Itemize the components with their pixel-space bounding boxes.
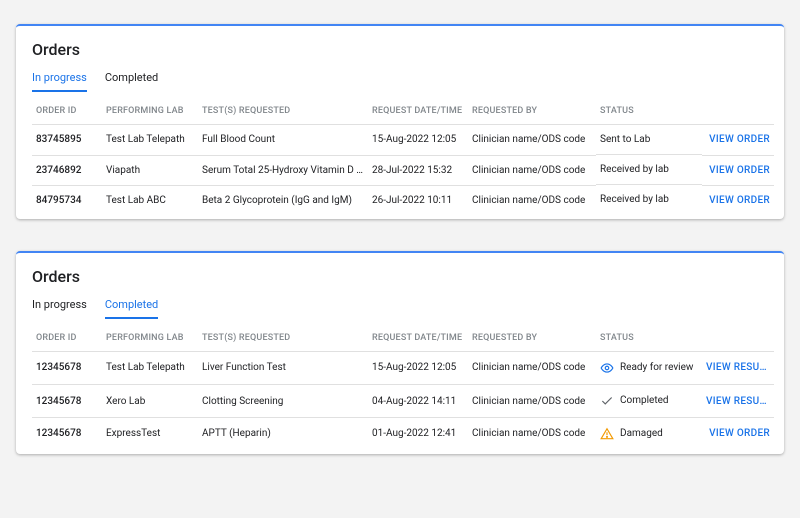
requested-by: Clinician name/ODS code xyxy=(468,351,596,385)
tab-in-progress[interactable]: In progress xyxy=(32,71,87,92)
eye-icon xyxy=(600,361,614,375)
table-row: 84795734Test Lab ABCBeta 2 Glycoprotein … xyxy=(32,185,774,215)
orders-table: ORDER IDPERFORMING LABTEST(S) REQUESTEDR… xyxy=(32,325,774,450)
order-id: 83745895 xyxy=(32,125,102,156)
request-date-time: 15-Aug-2022 12:05 xyxy=(368,125,468,156)
column-header: REQUEST DATE/TIME xyxy=(368,98,468,125)
status-cell: Received by lab xyxy=(596,185,702,214)
column-header: TEST(S) REQUESTED xyxy=(198,325,368,352)
requested-by: Clinician name/ODS code xyxy=(468,125,596,156)
view-action[interactable]: VIEW ORDER xyxy=(702,125,774,156)
tests-requested: Serum Total 25-Hydroxy Vitamin D Level xyxy=(198,155,368,185)
table-row: 12345678Test Lab TelepathLiver Function … xyxy=(32,351,774,385)
request-date-time: 04-Aug-2022 14:11 xyxy=(368,385,468,418)
column-header: ORDER ID xyxy=(32,325,102,352)
column-header: STATUS xyxy=(596,98,702,125)
performing-lab: Viapath xyxy=(102,155,198,185)
orders-table: ORDER IDPERFORMING LABTEST(S) REQUESTEDR… xyxy=(32,98,774,215)
orders-panel: OrdersIn progressCompletedORDER IDPERFOR… xyxy=(16,251,784,454)
status-text: Damaged xyxy=(620,428,663,439)
view-action[interactable]: VIEW ORDER xyxy=(702,155,774,185)
status-cell: Received by lab xyxy=(596,155,702,185)
order-id: 84795734 xyxy=(32,185,102,215)
table-row: 12345678ExpressTestAPTT (Heparin)01-Aug-… xyxy=(32,418,774,450)
requested-by: Clinician name/ODS code xyxy=(468,385,596,418)
tab-completed[interactable]: Completed xyxy=(105,298,158,319)
column-header: STATUS xyxy=(596,325,702,352)
status-text: Completed xyxy=(620,395,669,406)
request-date-time: 01-Aug-2022 12:41 xyxy=(368,418,468,450)
requested-by: Clinician name/ODS code xyxy=(468,418,596,450)
column-header xyxy=(702,98,774,125)
column-header: ORDER ID xyxy=(32,98,102,125)
tests-requested: Clotting Screening xyxy=(198,385,368,418)
status-cell: Damaged xyxy=(596,418,702,450)
tab-completed[interactable]: Completed xyxy=(105,71,158,92)
tab-in-progress[interactable]: In progress xyxy=(32,298,87,319)
table-row: 23746892ViapathSerum Total 25-Hydroxy Vi… xyxy=(32,155,774,185)
requested-by: Clinician name/ODS code xyxy=(468,155,596,185)
orders-panel: OrdersIn progressCompletedORDER IDPERFOR… xyxy=(16,24,784,219)
order-id: 23746892 xyxy=(32,155,102,185)
view-action[interactable]: VIEW RESULTS xyxy=(702,385,774,418)
alert-icon xyxy=(600,427,614,441)
column-header: REQUEST DATE/TIME xyxy=(368,325,468,352)
tests-requested: Liver Function Test xyxy=(198,351,368,385)
order-id: 12345678 xyxy=(32,351,102,385)
column-header: PERFORMING LAB xyxy=(102,325,198,352)
performing-lab: ExpressTest xyxy=(102,418,198,450)
request-date-time: 26-Jul-2022 10:11 xyxy=(368,185,468,215)
performing-lab: Test Lab Telepath xyxy=(102,351,198,385)
column-header xyxy=(702,325,774,352)
view-action[interactable]: VIEW ORDER xyxy=(702,418,774,450)
panel-title: Orders xyxy=(32,267,768,286)
status-text: Received by lab xyxy=(600,194,669,205)
tests-requested: APTT (Heparin) xyxy=(198,418,368,450)
column-header: REQUESTED BY xyxy=(468,98,596,125)
order-id: 12345678 xyxy=(32,385,102,418)
status-text: Ready for review xyxy=(620,362,693,373)
status-text: Received by lab xyxy=(600,164,669,175)
panel-title: Orders xyxy=(32,40,768,59)
status-cell: Sent to Lab xyxy=(596,125,702,155)
status-cell: Completed xyxy=(596,385,702,418)
view-action[interactable]: VIEW ORDER xyxy=(702,185,774,215)
table-row: 83745895Test Lab TelepathFull Blood Coun… xyxy=(32,125,774,156)
view-action[interactable]: VIEW RESULTS xyxy=(702,351,774,385)
check-icon xyxy=(600,394,614,408)
status-cell: Ready for review xyxy=(596,352,702,385)
tests-requested: Beta 2 Glycoprotein (IgG and IgM) xyxy=(198,185,368,215)
tabs: In progress Completed xyxy=(32,298,768,319)
column-header: REQUESTED BY xyxy=(468,325,596,352)
tabs: In progress Completed xyxy=(32,71,768,92)
order-id: 12345678 xyxy=(32,418,102,450)
status-text: Sent to Lab xyxy=(600,134,650,145)
request-date-time: 15-Aug-2022 12:05 xyxy=(368,351,468,385)
table-row: 12345678Xero LabClotting Screening04-Aug… xyxy=(32,385,774,418)
performing-lab: Test Lab Telepath xyxy=(102,125,198,156)
requested-by: Clinician name/ODS code xyxy=(468,185,596,215)
performing-lab: Test Lab ABC xyxy=(102,185,198,215)
column-header: PERFORMING LAB xyxy=(102,98,198,125)
tests-requested: Full Blood Count xyxy=(198,125,368,156)
performing-lab: Xero Lab xyxy=(102,385,198,418)
column-header: TEST(S) REQUESTED xyxy=(198,98,368,125)
request-date-time: 28-Jul-2022 15:32 xyxy=(368,155,468,185)
